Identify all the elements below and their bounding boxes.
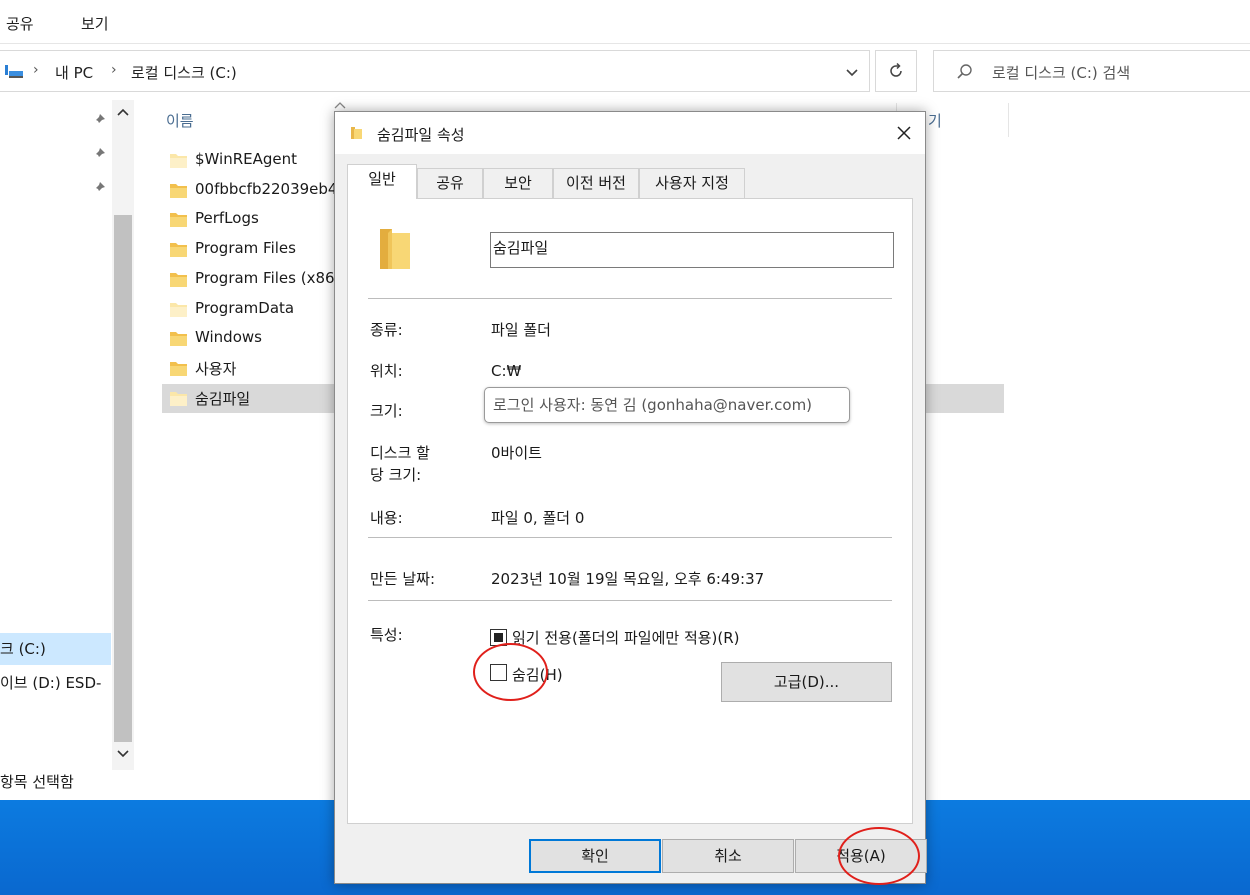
file-name: Windows [195, 328, 262, 346]
file-name: PerfLogs [195, 209, 259, 227]
folder-icon [170, 213, 187, 227]
file-list-item[interactable]: Windows [162, 324, 338, 353]
hidden-label[interactable]: 숨김(H) [512, 664, 563, 685]
tab-previous-versions[interactable]: 이전 버전 [553, 168, 639, 198]
pin-icon[interactable] [92, 113, 106, 127]
file-name: Program Files (x86 [195, 269, 335, 287]
search-box[interactable]: 로컬 디스크 (C:) 검색 [933, 50, 1250, 92]
file-name: Program Files [195, 239, 296, 257]
pc-icon [5, 65, 23, 78]
readonly-label[interactable]: 읽기 전용(폴더의 파일에만 적용)(R) [512, 627, 740, 648]
nav-item-drive-c[interactable]: 크 (C:) [0, 633, 111, 665]
attributes-label: 특성: [370, 626, 403, 644]
close-icon[interactable] [895, 124, 913, 142]
tab-general[interactable]: 일반 [347, 164, 417, 199]
breadcrumb-local-disk[interactable]: 로컬 디스크 (C:) [131, 62, 237, 83]
refresh-icon [890, 62, 902, 77]
chevron-right-icon: › [33, 62, 39, 78]
file-name: 숨김파일 [195, 390, 251, 408]
chevron-down-icon[interactable] [843, 63, 861, 81]
file-list-item[interactable]: Program Files (x86 [162, 265, 338, 294]
folder-icon [170, 273, 187, 287]
file-list-item[interactable]: $WinREAgent [162, 146, 338, 175]
file-name: ProgramData [195, 299, 295, 317]
folder-icon [170, 184, 187, 198]
pin-icon[interactable] [92, 181, 106, 195]
advanced-button[interactable]: 고급(D)... [721, 662, 892, 702]
nav-item-drive-d[interactable]: 이브 (D:) ESD- [0, 672, 111, 698]
search-icon [957, 64, 972, 79]
nav-scrollbar-thumb[interactable] [114, 215, 132, 742]
search-input[interactable]: 로컬 디스크 (C:) 검색 [992, 62, 1130, 83]
cancel-button[interactable]: 취소 [662, 839, 794, 873]
dialog-titlebar[interactable]: 숨김파일 속성 [335, 112, 925, 154]
contents-label: 내용: [370, 509, 403, 527]
folder-icon [170, 332, 187, 346]
created-label: 만든 날짜: [370, 570, 436, 588]
divider [368, 600, 892, 601]
file-list-item[interactable]: ProgramData [162, 295, 338, 324]
tab-security[interactable]: 보안 [483, 168, 553, 198]
status-bar-text: 항목 선택함 [0, 773, 74, 791]
folder-icon [170, 362, 187, 376]
folder-icon [170, 392, 187, 406]
readonly-checkbox[interactable] [490, 629, 507, 646]
size-label: 크기: [370, 402, 403, 420]
file-name: $WinREAgent [195, 150, 298, 168]
ribbon-tab-share[interactable]: 공유 [6, 13, 34, 34]
location-label: 위치: [370, 362, 403, 380]
ribbon: 공유 보기 [0, 0, 1250, 44]
column-divider[interactable] [1008, 103, 1009, 137]
tab-sharing[interactable]: 공유 [417, 168, 483, 198]
disk-size-label: 디스크 할 [370, 444, 430, 462]
created-value: 2023년 10월 19일 목요일, 오후 6:49:37 [491, 570, 765, 588]
apply-button[interactable]: 적용(A) [795, 839, 927, 873]
column-header-name[interactable]: 이름 [166, 110, 194, 131]
contents-value: 파일 0, 폴더 0 [491, 509, 585, 527]
chevron-down-icon[interactable] [114, 744, 132, 762]
pin-icon[interactable] [92, 147, 106, 161]
file-list-item[interactable]: PerfLogs [162, 205, 338, 234]
ribbon-tab-view[interactable]: 보기 [81, 13, 109, 34]
file-name: 00fbbcfb22039eb4 [195, 180, 338, 198]
address-bar[interactable]: › 내 PC › 로컬 디스크 (C:) [0, 50, 870, 92]
refresh-button[interactable] [875, 50, 917, 92]
properties-dialog: 숨김파일 속성 일반 공유 보안 이전 버전 사용자 지정 숨김파일 종류: 파… [334, 111, 927, 884]
ok-button[interactable]: 확인 [529, 839, 661, 873]
folder-icon [170, 303, 187, 317]
general-tab-panel: 숨김파일 종류: 파일 폴더 위치: C:₩ 크기: 로그인 사용자: 동연 김… [347, 198, 913, 824]
chevron-right-icon: › [111, 62, 117, 78]
file-list-item[interactable]: 00fbbcfb22039eb4 [162, 176, 338, 205]
folder-name-input[interactable]: 숨김파일 [490, 232, 894, 268]
folder-icon [170, 243, 187, 257]
hidden-checkbox[interactable] [490, 664, 507, 681]
disk-size-label-2: 당 크기: [370, 466, 422, 484]
file-list-item[interactable]: 사용자 [162, 354, 338, 383]
sort-arrow-icon [334, 102, 346, 109]
type-value: 파일 폴더 [491, 321, 551, 339]
folder-icon [170, 154, 187, 168]
folder-icon [351, 127, 362, 139]
chevron-up-icon[interactable] [114, 104, 132, 122]
dialog-title: 숨김파일 속성 [377, 126, 465, 144]
type-label: 종류: [370, 321, 403, 339]
tab-customize[interactable]: 사용자 지정 [639, 168, 745, 198]
breadcrumb-my-pc[interactable]: 내 PC [55, 62, 93, 83]
file-name: 사용자 [195, 360, 237, 378]
divider [368, 298, 892, 299]
disk-size-value: 0바이트 [491, 444, 542, 462]
location-value: C:₩ [491, 362, 522, 380]
divider [368, 537, 892, 538]
column-header-size[interactable]: 기 [928, 110, 942, 131]
folder-icon [380, 229, 410, 269]
file-list-item[interactable]: Program Files [162, 235, 338, 264]
user-tooltip: 로그인 사용자: 동연 김 (gonhaha@naver.com) [484, 387, 850, 423]
